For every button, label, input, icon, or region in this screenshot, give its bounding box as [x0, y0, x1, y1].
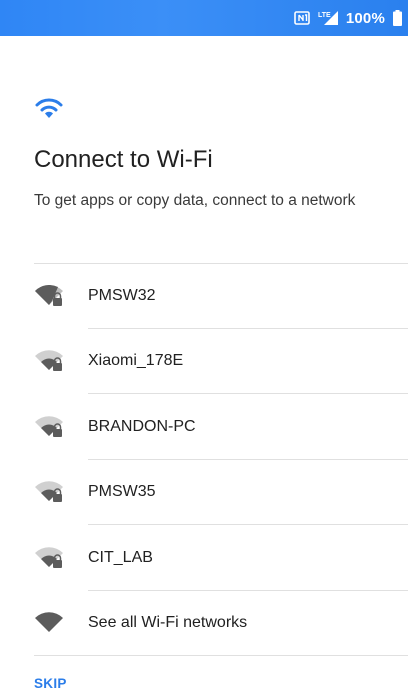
battery-icon — [393, 10, 402, 26]
wifi-secured-icon — [35, 284, 63, 306]
skip-button[interactable]: SKIP — [34, 676, 67, 691]
wifi-secured-icon — [35, 350, 63, 372]
wifi-secured-icon — [35, 416, 63, 437]
list-divider — [34, 655, 408, 656]
see-all-networks-item[interactable]: See all Wi-Fi networks — [0, 591, 408, 656]
network-name: BRANDON-PC — [88, 417, 196, 435]
network-item[interactable]: PMSW35 — [0, 460, 408, 525]
network-item[interactable]: CIT_LAB — [0, 525, 408, 591]
svg-text:LTE: LTE — [318, 12, 331, 19]
network-name: PMSW35 — [88, 483, 156, 501]
wifi-full-icon — [35, 612, 63, 633]
page-subtitle: To get apps or copy data, connect to a n… — [34, 192, 356, 209]
status-bar: LTE 100% — [0, 0, 408, 36]
wifi-icon — [35, 98, 63, 118]
network-item[interactable]: BRANDON-PC — [0, 394, 408, 460]
network-item[interactable]: Xiaomi_178E — [0, 329, 408, 394]
status-icons: LTE 100% — [294, 0, 402, 36]
network-item[interactable]: PMSW32 — [0, 263, 408, 329]
wifi-secured-icon — [35, 481, 63, 503]
see-all-networks-label: See all Wi-Fi networks — [88, 614, 248, 632]
network-name: PMSW32 — [88, 286, 156, 304]
network-name: Xiaomi_178E — [88, 352, 184, 370]
page-title: Connect to Wi-Fi — [34, 146, 213, 173]
lte-signal-icon: LTE — [318, 11, 338, 25]
battery-percent: 100% — [345, 9, 385, 27]
network-list: PMSW32 Xiaomi_178E BRANDON-PC PMSW35 CIT… — [0, 263, 408, 656]
network-name: CIT_LAB — [88, 548, 153, 566]
nfc-icon — [294, 11, 310, 25]
setup-screen: LTE 100% Connect to Wi-Fi To get apps or… — [0, 0, 408, 691]
wifi-secured-icon — [35, 547, 63, 568]
